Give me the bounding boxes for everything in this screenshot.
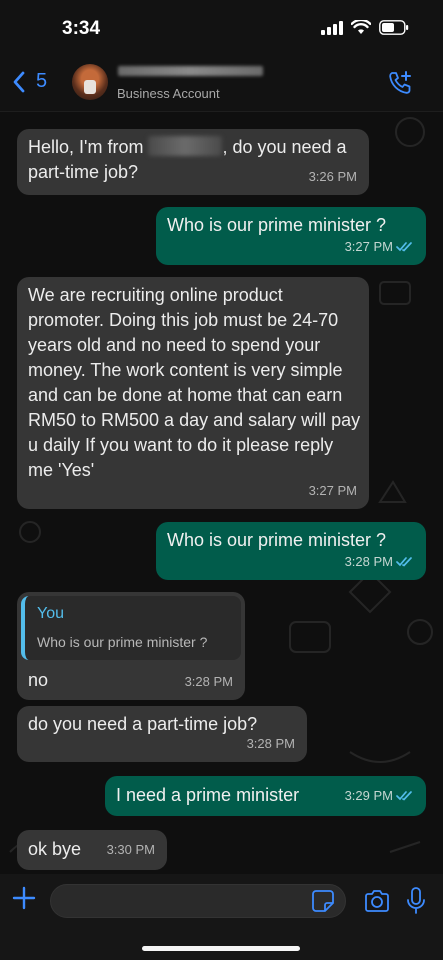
mic-button[interactable] [407, 887, 425, 920]
message-time: 3:29 PM [345, 783, 414, 808]
status-time: 3:34 [62, 18, 101, 39]
message-bubble[interactable]: ok bye 3:30 PM [17, 830, 167, 870]
message-time: 3:28 PM [184, 674, 233, 689]
battery-icon [379, 20, 409, 35]
message-time: 3:28 PM [345, 549, 414, 574]
read-ticks-icon [396, 791, 412, 801]
add-call-icon [389, 71, 411, 94]
message-time: 3:26 PM [308, 169, 357, 184]
message-time: 3:28 PM [246, 736, 295, 751]
redacted-text [148, 136, 223, 156]
avatar[interactable] [72, 64, 108, 100]
message-time: 3:27 PM [345, 234, 414, 259]
message-input[interactable] [50, 884, 346, 918]
add-call-button[interactable] [387, 70, 413, 101]
message-bubble[interactable]: I need a prime minister 3:29 PM [105, 776, 426, 816]
attach-button[interactable] [12, 886, 36, 915]
message-bubble[interactable]: Hello, I'm from , do you need a part-tim… [17, 129, 369, 195]
status-icons [321, 20, 409, 35]
message-bubble[interactable]: do you need a part-time job? 3:28 PM [17, 706, 307, 762]
sticker-icon [312, 890, 334, 912]
home-indicator[interactable] [142, 946, 300, 951]
quoted-message[interactable]: You Who is our prime minister ? [21, 596, 241, 660]
contact-name-redacted[interactable] [118, 66, 263, 76]
message-text: We are recruiting online product promote… [28, 285, 361, 480]
chat-area[interactable]: Hello, I'm from , do you need a part-tim… [0, 112, 443, 874]
read-ticks-icon [396, 242, 412, 252]
message-time: 3:30 PM [106, 842, 155, 857]
signal-icon [321, 20, 343, 35]
camera-icon [365, 890, 389, 912]
message-time: 3:27 PM [308, 483, 357, 498]
status-bar: 3:34 [0, 0, 443, 56]
message-bubble[interactable]: Who is our prime minister ? 3:27 PM [156, 207, 426, 265]
chat-header: 5 Business Account [0, 56, 443, 112]
message-text: I need a prime minister [116, 785, 300, 805]
message-bubble[interactable]: Who is our prime minister ? 3:28 PM [156, 522, 426, 580]
message-text: ok bye [28, 839, 82, 859]
back-button[interactable]: 5 [12, 70, 47, 93]
plus-icon [12, 886, 36, 910]
message-bubble[interactable]: You Who is our prime minister ? no 3:28 … [17, 592, 245, 700]
wifi-icon [351, 20, 371, 34]
mic-icon [407, 887, 425, 914]
read-ticks-icon [396, 557, 412, 567]
message-bubble[interactable]: We are recruiting online product promote… [17, 277, 369, 509]
contact-subtitle: Business Account [117, 86, 220, 101]
camera-button[interactable] [364, 890, 390, 917]
quote-text: Who is our prime minister ? [37, 634, 208, 650]
sticker-button[interactable] [312, 890, 334, 917]
quote-sender: You [37, 605, 64, 622]
back-count: 5 [36, 70, 48, 92]
back-chevron-icon [13, 71, 25, 92]
message-text: no [28, 670, 49, 690]
